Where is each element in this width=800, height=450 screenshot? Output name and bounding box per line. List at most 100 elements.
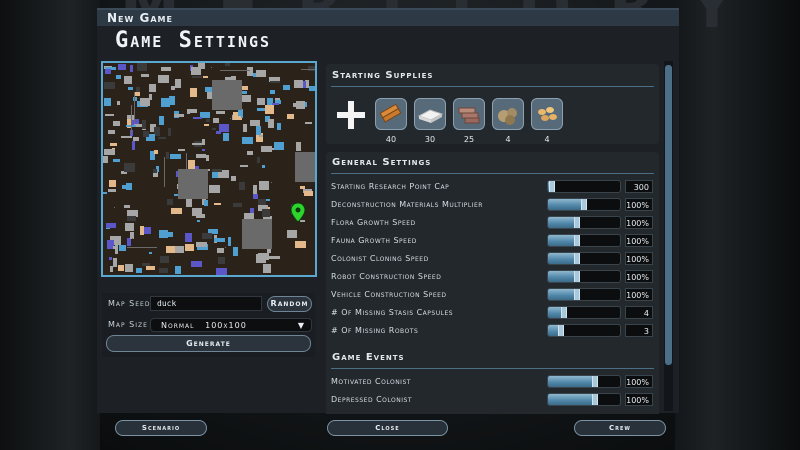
section-divider — [331, 173, 654, 174]
scenario-button[interactable]: Scenario — [115, 420, 207, 436]
setting-label: # Of Missing Robots — [331, 326, 419, 335]
chevron-down-icon: ▼ — [297, 321, 305, 330]
slider-fill — [548, 271, 577, 282]
slider-handle[interactable] — [574, 271, 580, 282]
plus-icon[interactable] — [336, 100, 366, 130]
section-divider — [331, 86, 654, 87]
slider-handle[interactable] — [558, 325, 564, 336]
slider-handle[interactable] — [592, 376, 598, 387]
slider-fill — [548, 199, 584, 210]
setting-value[interactable]: 300 — [625, 180, 653, 193]
background-left — [0, 0, 100, 450]
crew-button[interactable]: Crew — [574, 420, 666, 436]
close-button[interactable]: Close — [327, 420, 448, 436]
wood-count: 40 — [385, 135, 397, 144]
setting-label: Depressed Colonist — [331, 395, 412, 404]
slider-fill — [548, 253, 577, 264]
map-size-select[interactable]: Normal 100x100 ▼ — [150, 318, 312, 332]
setting-label: Fauna Growth Speed — [331, 236, 417, 245]
setting-value[interactable]: 100% — [625, 375, 653, 388]
slider-handle[interactable] — [574, 253, 580, 264]
setting-row: Robot Construction Speed 100% — [331, 270, 656, 284]
slider-fill — [548, 376, 595, 387]
setting-label: Deconstruction Materials Multiplier — [331, 200, 483, 209]
setting-slider[interactable] — [547, 216, 621, 229]
game-settings-panel: New Game Game Settings Map Seed duck Ran… — [97, 8, 679, 414]
setting-row: Flora Growth Speed 100% — [331, 216, 656, 230]
rocks-icon[interactable] — [492, 98, 524, 130]
rocks-count: 4 — [505, 135, 511, 144]
section-divider — [331, 368, 654, 369]
slider-handle[interactable] — [574, 235, 580, 246]
starting-supplies-title: Starting Supplies — [332, 70, 434, 81]
setting-value[interactable]: 100% — [625, 216, 653, 229]
window-title: New Game — [107, 11, 173, 25]
slider-handle[interactable] — [592, 394, 598, 405]
random-seed-button[interactable]: Random — [267, 296, 312, 312]
general-settings-title: General Settings — [332, 157, 432, 168]
stone-block-icon[interactable] — [414, 98, 446, 130]
setting-row: Deconstruction Materials Multiplier 100% — [331, 198, 656, 212]
setting-value[interactable]: 100% — [625, 393, 653, 406]
setting-label: Motivated Colonist — [331, 377, 411, 386]
setting-slider[interactable] — [547, 324, 621, 337]
map-seed-input[interactable]: duck — [150, 296, 262, 311]
slider-handle[interactable] — [561, 307, 567, 318]
map-size-value: Normal 100x100 — [161, 321, 247, 330]
slider-fill — [548, 394, 595, 405]
food-count: 4 — [544, 135, 550, 144]
metal-count: 25 — [463, 135, 475, 144]
setting-value[interactable]: 4 — [625, 306, 653, 319]
setting-label: Robot Construction Speed — [331, 272, 442, 281]
setting-slider[interactable] — [547, 375, 621, 388]
setting-slider[interactable] — [547, 270, 621, 283]
setting-slider[interactable] — [547, 393, 621, 406]
settings-column: Starting Supplies 40 30 25 4 4 General S… — [326, 64, 659, 414]
background-right — [675, 0, 800, 450]
setting-label: Vehicle Construction Speed — [331, 290, 447, 299]
starting-supplies-section: Starting Supplies 40 30 25 4 4 — [326, 64, 659, 144]
setting-slider[interactable] — [547, 252, 621, 265]
slider-fill — [548, 235, 577, 246]
page-title: Game Settings — [115, 28, 272, 53]
wood-planks-icon[interactable] — [375, 98, 407, 130]
setting-slider[interactable] — [547, 180, 621, 193]
slider-handle[interactable] — [574, 217, 580, 228]
setting-value[interactable]: 100% — [625, 234, 653, 247]
setting-value[interactable]: 100% — [625, 198, 653, 211]
setting-row: Depressed Colonist 100% — [331, 393, 656, 407]
title-strip — [97, 10, 679, 26]
general-settings-section: General Settings Starting Research Point… — [326, 152, 659, 414]
setting-value[interactable]: 100% — [625, 270, 653, 283]
setting-label: Flora Growth Speed — [331, 218, 416, 227]
setting-slider[interactable] — [547, 198, 621, 211]
slider-fill — [548, 217, 577, 228]
setting-row: Fauna Growth Speed 100% — [331, 234, 656, 248]
setting-slider[interactable] — [547, 288, 621, 301]
map-seed-label: Map Seed — [108, 299, 151, 308]
setting-row: Starting Research Point Cap 300 — [331, 180, 656, 194]
slider-handle[interactable] — [574, 289, 580, 300]
generate-button[interactable]: Generate — [106, 335, 311, 352]
setting-slider[interactable] — [547, 306, 621, 319]
scrollbar-thumb[interactable] — [665, 65, 672, 365]
setting-row: Motivated Colonist 100% — [331, 375, 656, 389]
setting-value[interactable]: 3 — [625, 324, 653, 337]
setting-value[interactable]: 100% — [625, 252, 653, 265]
setting-row: Vehicle Construction Speed 100% — [331, 288, 656, 302]
metal-bars-icon[interactable] — [453, 98, 485, 130]
food-icon[interactable] — [531, 98, 563, 130]
stone-count: 30 — [424, 135, 436, 144]
setting-value[interactable]: 100% — [625, 288, 653, 301]
slider-handle[interactable] — [581, 199, 587, 210]
map-size-label: Map Size — [108, 320, 148, 329]
setting-label: # Of Missing Stasis Capsules — [331, 308, 454, 317]
setting-row: Colonist Cloning Speed 100% — [331, 252, 656, 266]
setting-slider[interactable] — [547, 234, 621, 247]
game-events-title: Game Events — [332, 352, 405, 363]
slider-fill — [548, 289, 577, 300]
settings-scrollbar[interactable] — [664, 61, 673, 411]
map-seed-box: Map Seed duck Random Map Size Normal 100… — [102, 293, 315, 357]
setting-row: # Of Missing Stasis Capsules 4 — [331, 306, 656, 320]
slider-handle[interactable] — [549, 181, 555, 192]
